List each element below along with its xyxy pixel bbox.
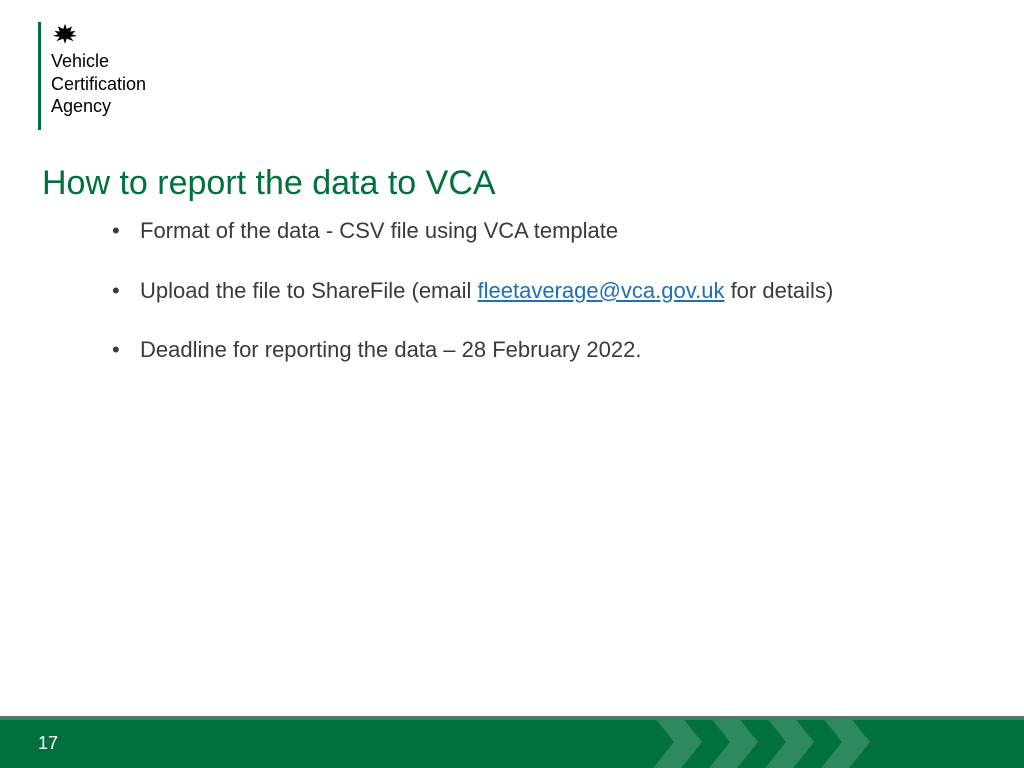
- list-item: Deadline for reporting the data – 28 Feb…: [112, 335, 974, 365]
- slide-title: How to report the data to VCA: [42, 164, 496, 203]
- list-item: Format of the data - CSV file using VCA …: [112, 216, 974, 246]
- chevron-decoration: [650, 716, 874, 768]
- agency-line-1: Vehicle: [51, 50, 146, 73]
- chevron-icon: [762, 716, 818, 768]
- footer-bar: 17: [0, 716, 1024, 768]
- chevron-icon: [650, 716, 706, 768]
- logo-text-column: Vehicle Certification Agency: [51, 22, 146, 118]
- agency-line-2: Certification: [51, 73, 146, 96]
- crown-icon: [51, 22, 79, 46]
- bullet-text-before: Upload the file to ShareFile (email: [140, 278, 478, 303]
- chevron-icon: [818, 716, 874, 768]
- page-number: 17: [38, 733, 58, 754]
- list-item: Upload the file to ShareFile (email flee…: [112, 276, 974, 306]
- bullet-text: Format of the data - CSV file using VCA …: [140, 218, 618, 243]
- logo-accent-bar: [38, 22, 41, 130]
- bullet-text: Deadline for reporting the data – 28 Feb…: [140, 337, 641, 362]
- bullet-list: Format of the data - CSV file using VCA …: [112, 216, 974, 395]
- chevron-icon: [706, 716, 762, 768]
- agency-line-3: Agency: [51, 95, 146, 118]
- logo-area: Vehicle Certification Agency: [38, 22, 146, 130]
- bullet-text-after: for details): [724, 278, 833, 303]
- email-link[interactable]: fleetaverage@vca.gov.uk: [478, 278, 725, 303]
